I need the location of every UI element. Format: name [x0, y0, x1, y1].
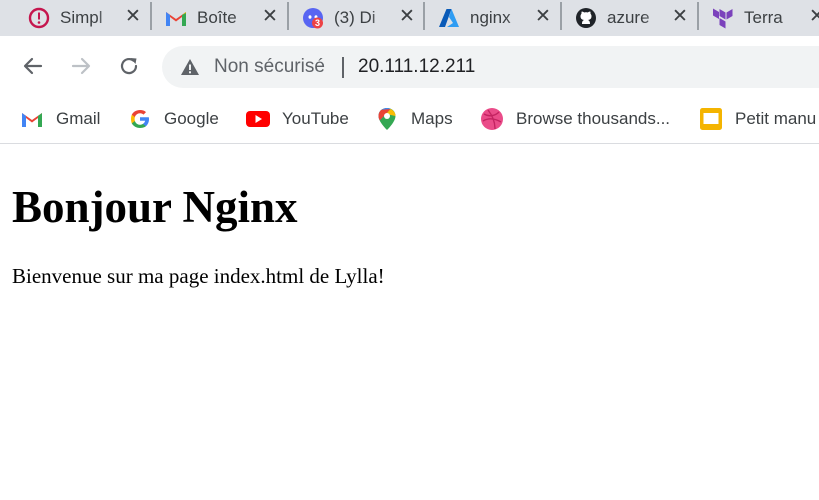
- arrow-left-icon: [23, 57, 43, 75]
- tab-strip: Simpl ✕ Boîte ✕ 3 (3) Di ✕ nginx ✕ azure…: [0, 0, 819, 36]
- bookmark-label: Gmail: [56, 109, 101, 128]
- tab-discord[interactable]: 3 (3) Di ✕: [284, 2, 421, 32]
- google-icon: [128, 107, 152, 131]
- bookmark-petit-manu[interactable]: Petit manu: [699, 104, 816, 134]
- bookmark-gmail[interactable]: Gmail: [20, 104, 100, 134]
- tab-title: azure: [607, 8, 650, 27]
- bookmark-label: Google: [164, 109, 219, 128]
- tab-simpl[interactable]: Simpl ✕: [10, 2, 147, 32]
- arrow-right-icon: [71, 57, 91, 75]
- page-paragraph: Bienvenue sur ma page index.html de Lyll…: [12, 264, 385, 288]
- close-tab-icon[interactable]: ✕: [398, 7, 416, 26]
- maps-icon: [375, 107, 399, 131]
- reload-button[interactable]: [114, 51, 144, 81]
- warning-icon[interactable]: [180, 57, 200, 77]
- address-bar[interactable]: Non sécurisé 20.111.12.211: [162, 46, 819, 88]
- azure-icon: [438, 7, 460, 29]
- close-tab-icon[interactable]: ✕: [534, 7, 552, 26]
- bookmark-label: Browse thousands...: [516, 109, 671, 128]
- url-text[interactable]: 20.111.12.211: [358, 56, 475, 78]
- github-icon: [575, 7, 597, 29]
- tab-terraform[interactable]: Terra ✕: [694, 2, 819, 32]
- bookmark-youtube[interactable]: YouTube: [246, 104, 349, 134]
- discord-icon: 3: [302, 7, 324, 29]
- close-tab-icon[interactable]: ✕: [671, 7, 689, 26]
- bookmark-dribbble[interactable]: Browse thousands...: [480, 104, 670, 134]
- bookmark-google[interactable]: Google: [128, 104, 219, 134]
- discord-badge: 3: [315, 18, 320, 28]
- bookmark-maps[interactable]: Maps: [375, 104, 453, 134]
- opera-circle-icon: [28, 7, 50, 29]
- close-tab-icon[interactable]: ✕: [808, 7, 819, 26]
- reload-icon: [120, 57, 138, 75]
- tab-gmail[interactable]: Boîte ✕: [147, 2, 284, 32]
- bookmark-label: Maps: [411, 109, 453, 128]
- address-divider: [342, 57, 344, 78]
- gmail-icon: [20, 107, 44, 131]
- browser-toolbar: Non sécurisé 20.111.12.211: [0, 36, 819, 96]
- close-tab-icon[interactable]: ✕: [261, 7, 279, 26]
- youtube-icon: [246, 107, 270, 131]
- close-tab-icon[interactable]: ✕: [124, 7, 142, 26]
- page-content: Bonjour Nginx Bienvenue sur ma page inde…: [0, 145, 819, 500]
- gmail-icon: [165, 7, 187, 29]
- bookmarks-bar: Gmail Google YouTube Maps Browse thousan…: [0, 96, 819, 144]
- tab-title: Boîte: [197, 8, 237, 27]
- slides-icon: [699, 107, 723, 131]
- tab-azure-github[interactable]: azure ✕: [557, 2, 694, 32]
- tab-nginx[interactable]: nginx ✕: [420, 2, 557, 32]
- forward-button[interactable]: [66, 51, 96, 81]
- tab-title: nginx: [470, 8, 511, 27]
- tab-title: (3) Di: [334, 8, 376, 27]
- tab-title: Terra: [744, 8, 783, 27]
- dribbble-icon: [480, 107, 504, 131]
- security-status[interactable]: Non sécurisé: [214, 56, 325, 78]
- back-button[interactable]: [18, 51, 48, 81]
- bookmark-label: YouTube: [282, 109, 349, 128]
- bookmark-label: Petit manu: [735, 109, 817, 128]
- terraform-icon: [712, 7, 734, 29]
- tab-title: Simpl: [60, 8, 103, 27]
- page-heading: Bonjour Nginx: [12, 182, 298, 232]
